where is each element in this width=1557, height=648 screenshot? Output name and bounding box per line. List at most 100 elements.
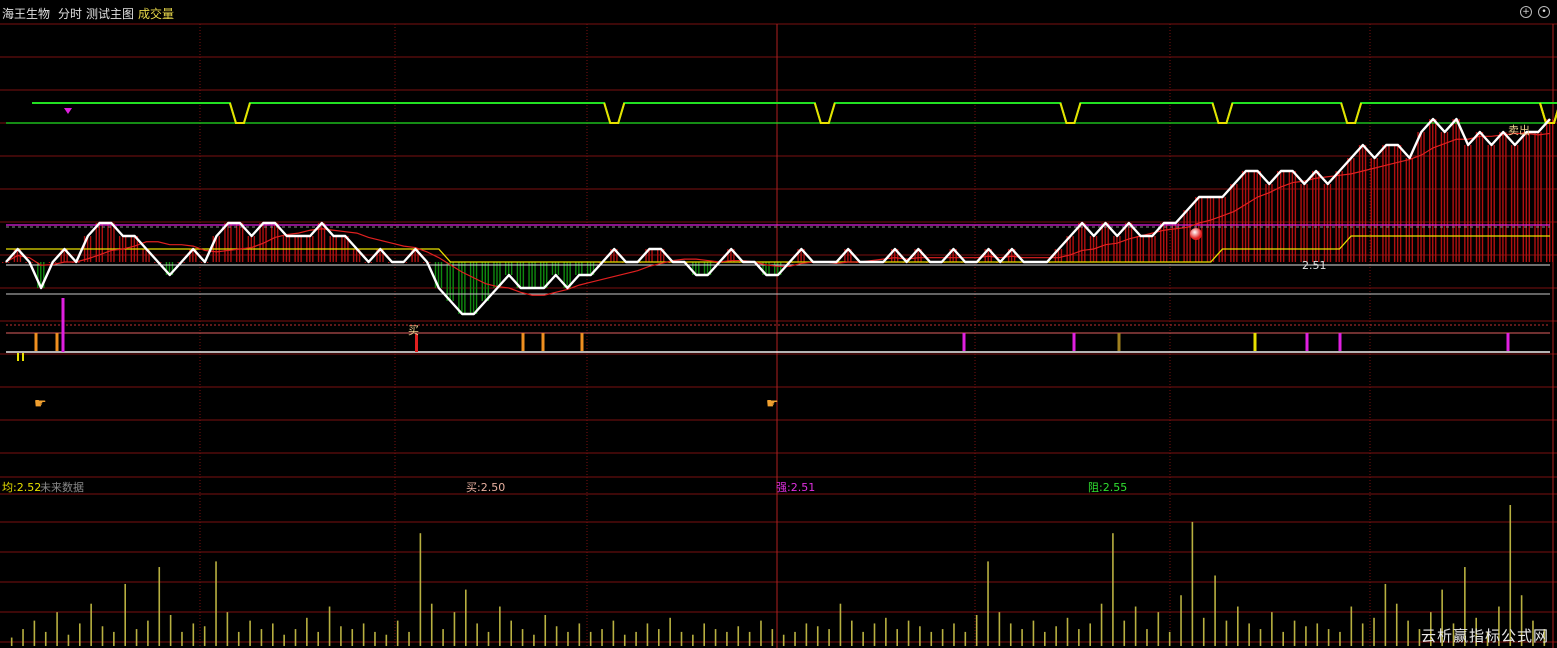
momentum-bar-130-2: [1528, 132, 1531, 262]
momentum-bar-92-2: [1084, 223, 1086, 262]
momentum-bar-95-0: [1113, 236, 1115, 262]
band-top-path: [32, 102, 1557, 124]
watermark: 云析赢指标公式网: [1420, 627, 1549, 645]
stock-name[interactable]: 海王生物: [2, 5, 50, 22]
period-label[interactable]: 分时: [58, 5, 82, 22]
momentum-bar-45-2: [534, 262, 536, 288]
momentum-bar-101-1: [1186, 210, 1188, 262]
volume-bar-53: [612, 620, 615, 646]
volume-bar-44: [510, 620, 513, 646]
momentum-bar-121-2: [1423, 132, 1425, 262]
momentum-bar-113-2: [1329, 184, 1332, 262]
volume-bar-24: [283, 634, 285, 646]
volume-bar-14: [169, 614, 172, 646]
momentum-bar-40-1: [472, 262, 475, 314]
volume-bar-52: [601, 629, 603, 646]
formula-label[interactable]: 测试主图: [86, 5, 134, 22]
volume-bar-3: [44, 631, 47, 646]
momentum-bar-38-2: [452, 262, 454, 301]
momentum-bar-119-2: [1399, 145, 1402, 262]
momentum-bar-125-0: [1464, 145, 1466, 262]
volume-bar-81: [930, 631, 933, 646]
volume-bar-116: [1327, 629, 1330, 646]
volume-bar-47: [544, 614, 547, 646]
momentum-bar-59-2: [698, 262, 700, 275]
momentum-bar-15-0: [177, 262, 179, 263]
momentum-bar-121-0: [1417, 132, 1419, 262]
momentum-bar-40-0: [469, 262, 472, 314]
volume-bar-28: [328, 606, 331, 646]
momentum-bar-94-1: [1104, 223, 1106, 262]
volume-bar-4: [56, 612, 58, 646]
momentum-bar-128-0: [1499, 132, 1501, 262]
momentum-bar-43-1: [507, 262, 510, 275]
add-indicator-button[interactable]: +: [1520, 6, 1532, 18]
momentum-bar-103-1: [1209, 197, 1212, 262]
volume-bar-26: [306, 617, 308, 646]
volume-bar-93: [1066, 617, 1069, 646]
momentum-bar-23-0: [271, 223, 273, 262]
momentum-bar-125-2: [1470, 145, 1472, 262]
volume-bar-17: [203, 626, 206, 646]
volume-bar-16: [192, 623, 195, 646]
volume-tab[interactable]: 成交量: [138, 5, 174, 22]
momentum-bar-123-2: [1446, 132, 1449, 262]
momentum-bar-104-1: [1221, 197, 1223, 262]
momentum-bar-47-1: [554, 262, 557, 275]
buy-tag: 买: [408, 324, 419, 337]
volume-bar-103: [1180, 595, 1182, 646]
volume-bar-82: [941, 629, 944, 646]
momentum-bar-43-2: [510, 262, 513, 275]
volume-bar-7: [90, 603, 92, 646]
volume-bar-102: [1168, 631, 1171, 646]
momentum-bar-13-0: [154, 262, 156, 263]
momentum-bar-56-0: [657, 249, 659, 262]
volume-bar-8: [101, 626, 104, 646]
volume-bar-27: [317, 631, 320, 646]
volume-bar-123: [1407, 620, 1409, 646]
band-dip-3: [1059, 102, 1082, 124]
volume-bar-96: [1100, 603, 1103, 646]
momentum-bar-98-1: [1151, 236, 1153, 262]
momentum-bar-23-1: [274, 223, 276, 262]
signal-mark-7: [1072, 333, 1076, 351]
momentum-bar-8-2: [101, 223, 103, 262]
volume-bar-41: [476, 623, 478, 646]
signal-mark-8: [1117, 333, 1121, 351]
volume-bar-75: [862, 631, 864, 646]
hand-pointer-icon: ☛: [34, 396, 47, 412]
signal-mark-0: [34, 333, 38, 351]
volume-bar-112: [1282, 631, 1285, 646]
volume-bar-15: [181, 631, 183, 646]
hand-pointer-icon-2: ☛: [766, 396, 779, 412]
volume-bar-95: [1089, 623, 1092, 646]
intraday-chart: [0, 23, 1557, 648]
volume-bar-107: [1225, 620, 1228, 646]
momentum-bar-118-2: [1388, 145, 1390, 262]
signal-mark-6: [962, 333, 966, 351]
momentum-bar-95-2: [1119, 236, 1121, 262]
momentum-bar-17-2: [206, 262, 209, 263]
momentum-bar-114-2: [1341, 171, 1343, 262]
momentum-bar-128-1: [1502, 132, 1504, 262]
volume-bar-55: [635, 631, 637, 646]
momentum-bar-2-0: [25, 262, 27, 263]
momentum-bar-105-2: [1236, 184, 1238, 262]
momentum-bar-105-1: [1233, 184, 1235, 262]
volume-bar-68: [782, 634, 785, 646]
momentum-bar-49-1: [578, 262, 580, 275]
settings-button[interactable]: •: [1538, 6, 1550, 18]
volume-bar-40: [464, 589, 467, 646]
momentum-bar-43-0: [504, 262, 507, 275]
momentum-bar-20-0: [235, 223, 238, 262]
signal-ball-icon: [1190, 228, 1202, 240]
volume-bar-30: [351, 629, 354, 646]
momentum-bar-30-0: [352, 249, 355, 262]
volume-bar-83: [953, 623, 955, 646]
momentum-bar-123-0: [1440, 132, 1443, 262]
momentum-bar-40-2: [475, 262, 478, 314]
momentum-bar-99-2: [1166, 223, 1168, 262]
momentum-bar-90-2: [1060, 249, 1063, 262]
momentum-bar-122-0: [1429, 119, 1431, 262]
volume-bar-37: [430, 603, 433, 646]
